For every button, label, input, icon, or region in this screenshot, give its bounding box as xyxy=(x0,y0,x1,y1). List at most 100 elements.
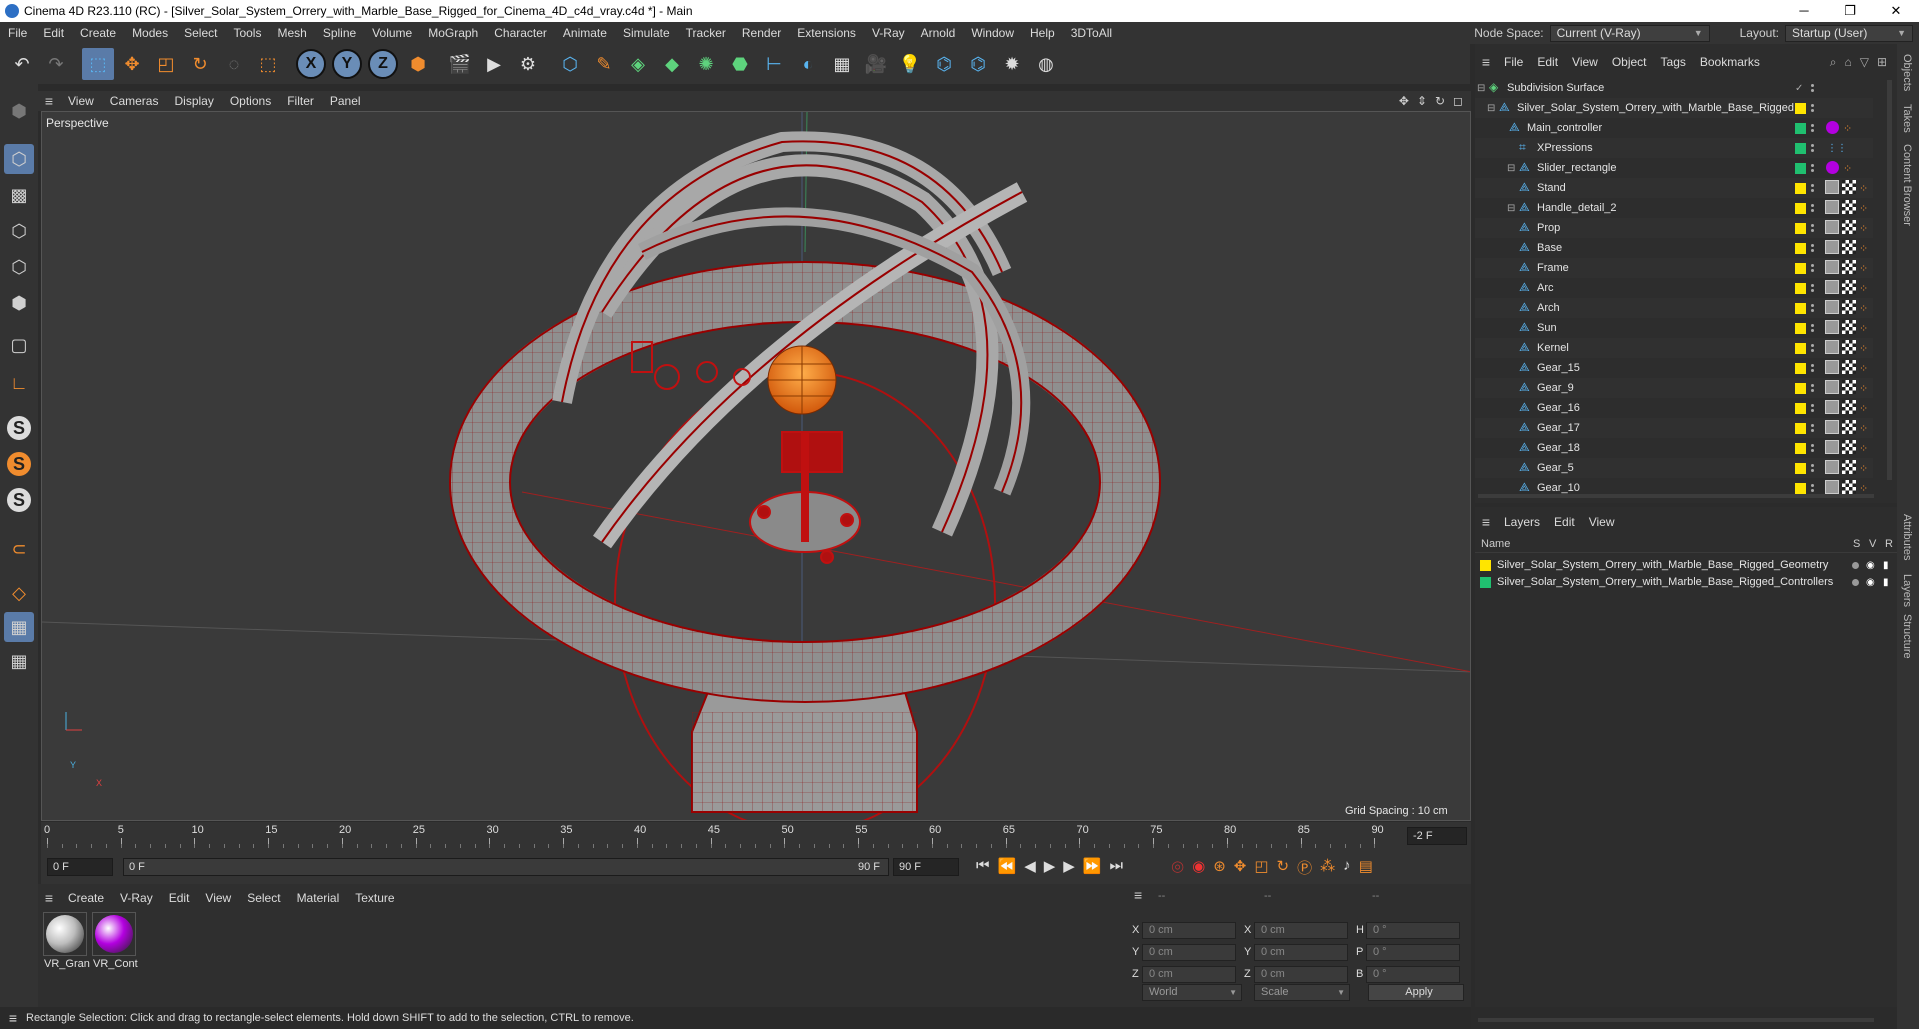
phong-tag-icon[interactable]: ⁘ xyxy=(1859,382,1868,395)
object-vertical-scrollbar[interactable] xyxy=(1887,80,1892,480)
texture-tag-icon[interactable] xyxy=(1825,240,1839,254)
texture-tag-icon[interactable] xyxy=(1825,400,1839,414)
checker-tag-icon[interactable] xyxy=(1842,380,1856,394)
uv-mode-icon[interactable]: ▢ xyxy=(4,330,34,360)
editor-visibility-dot[interactable] xyxy=(1811,164,1814,167)
menu-render[interactable]: Render xyxy=(734,26,789,40)
object-row[interactable]: ⟁ Gear_5 ⁘ xyxy=(1475,458,1873,478)
texture-tag-icon[interactable] xyxy=(1825,440,1839,454)
render-visibility-dot[interactable] xyxy=(1811,409,1814,412)
checker-tag-icon[interactable] xyxy=(1842,180,1856,194)
editor-visibility-dot[interactable] xyxy=(1811,204,1814,207)
vray-globe-icon[interactable]: ◍ xyxy=(1030,48,1062,80)
render-to-picture-viewer-icon[interactable]: ▶ xyxy=(478,48,510,80)
layer-color-tag[interactable] xyxy=(1795,362,1806,374)
layer-color-tag[interactable] xyxy=(1795,402,1806,414)
phong-tag-icon[interactable]: ⁘ xyxy=(1859,482,1868,495)
object-row[interactable]: ⌗ XPressions ⋮⋮ xyxy=(1475,138,1873,158)
texture-tag-icon[interactable] xyxy=(1825,340,1839,354)
texture-tag-icon[interactable] xyxy=(1825,420,1839,434)
editor-visibility-dot[interactable] xyxy=(1811,324,1814,327)
expression-tag-icon[interactable]: ⁘ xyxy=(1843,162,1852,175)
phong-tag-icon[interactable]: ⁘ xyxy=(1859,402,1868,415)
layer-color-tag[interactable] xyxy=(1795,462,1806,474)
object-row[interactable]: ⊟ ⟁ Handle_detail_2 ⁘ xyxy=(1475,198,1873,218)
apply-button[interactable]: Apply xyxy=(1368,984,1464,1001)
menu-simulate[interactable]: Simulate xyxy=(615,26,678,40)
point-mode-icon[interactable]: ⬡ xyxy=(4,216,34,246)
coord-field-b[interactable]: 0 cm xyxy=(1254,966,1348,983)
checker-tag-icon[interactable] xyxy=(1842,280,1856,294)
phong-tag-icon[interactable]: ⁘ xyxy=(1859,322,1868,335)
cube-icon[interactable]: ⬡ xyxy=(554,48,586,80)
layer-color-tag[interactable] xyxy=(1795,182,1806,194)
texture-tag-icon[interactable] xyxy=(1825,220,1839,234)
menu-edit[interactable]: Edit xyxy=(35,26,72,40)
layer-color-tag[interactable] xyxy=(1795,142,1806,154)
phong-tag-icon[interactable]: ⁘ xyxy=(1859,262,1868,275)
camera-icon[interactable]: 🎥 xyxy=(860,48,892,80)
checker-tag-icon[interactable] xyxy=(1842,400,1856,414)
subdivision-icon[interactable]: ◈ xyxy=(622,48,654,80)
layer-color-swatch[interactable] xyxy=(1480,576,1491,588)
scale-icon[interactable]: ◰ xyxy=(150,48,182,80)
maximize-view-icon[interactable]: ◻ xyxy=(1453,94,1463,108)
editor-visibility-dot[interactable] xyxy=(1811,344,1814,347)
texture-tag-icon[interactable] xyxy=(1825,460,1839,474)
preview-range-slider[interactable]: 0 F 90 F xyxy=(123,858,889,876)
scale-key-icon[interactable]: ◰ xyxy=(1254,857,1268,878)
layer-color-tag[interactable] xyxy=(1795,422,1806,434)
object-row[interactable]: ⟁ Prop ⁘ xyxy=(1475,218,1873,238)
menu-animate[interactable]: Animate xyxy=(555,26,615,40)
menu-character[interactable]: Character xyxy=(486,26,555,40)
render-visibility-dot[interactable] xyxy=(1811,129,1814,132)
parameter-key-icon[interactable]: Ⓟ xyxy=(1297,857,1312,878)
autokey-icon[interactable]: ◉ xyxy=(1192,857,1205,878)
layer-color-tag[interactable] xyxy=(1795,262,1806,274)
coord-mode-dropdown[interactable]: Scale ▼ xyxy=(1254,984,1350,1001)
python-icon[interactable]: ⌬ xyxy=(928,48,960,80)
layer-color-tag[interactable] xyxy=(1795,442,1806,454)
move-icon[interactable]: ✥ xyxy=(116,48,148,80)
editor-visibility-dot[interactable] xyxy=(1811,464,1814,467)
menu-help[interactable]: Help xyxy=(1022,26,1063,40)
object-row[interactable]: ⟁ Arch ⁘ xyxy=(1475,298,1873,318)
editor-visibility-dot[interactable] xyxy=(1811,84,1814,87)
layer-color-tag[interactable] xyxy=(1795,322,1806,334)
timeline-window-icon[interactable]: ▤ xyxy=(1359,857,1373,878)
checker-tag-icon[interactable] xyxy=(1842,260,1856,274)
vray-settings-icon[interactable]: ✹ xyxy=(996,48,1028,80)
hamburger-icon[interactable]: ≡ xyxy=(1475,54,1497,70)
texture-tag-icon[interactable] xyxy=(1825,260,1839,274)
side-tab-objects[interactable]: Objects xyxy=(1901,54,1913,91)
layer-color-tag[interactable] xyxy=(1795,482,1806,494)
layer-color-tag[interactable] xyxy=(1795,102,1806,114)
layer-row[interactable]: Silver_Solar_System_Orrery_with_Marble_B… xyxy=(1480,574,1892,590)
menu-create[interactable]: Create xyxy=(72,26,124,40)
render-visibility-dot[interactable] xyxy=(1811,489,1814,492)
checker-tag-icon[interactable] xyxy=(1842,480,1856,494)
phong-tag-icon[interactable]: ⁘ xyxy=(1859,362,1868,375)
render-settings-icon[interactable]: ⚙ xyxy=(512,48,544,80)
recent-tool-icon[interactable]: ◌ xyxy=(218,48,250,80)
render-visibility-dot[interactable] xyxy=(1811,329,1814,332)
extrude-icon[interactable]: ◆ xyxy=(656,48,688,80)
coord-field-c[interactable]: 0 ° xyxy=(1366,922,1460,939)
object-row[interactable]: ⟁ Base ⁘ xyxy=(1475,238,1873,258)
texture-tag-icon[interactable] xyxy=(1825,360,1839,374)
layer-color-tag[interactable] xyxy=(1795,242,1806,254)
dolly-view-icon[interactable]: ⇕ xyxy=(1417,94,1427,108)
coord-field-b[interactable]: 0 cm xyxy=(1254,944,1348,961)
checker-tag-icon[interactable] xyxy=(1842,420,1856,434)
menu-extensions[interactable]: Extensions xyxy=(789,26,864,40)
object-row[interactable]: ⊟ ◈ Subdivision Surface ✓ xyxy=(1475,78,1873,98)
rotate-icon[interactable]: ↻ xyxy=(184,48,216,80)
workplane-icon[interactable]: ◇ xyxy=(4,578,34,608)
menu-file[interactable]: File xyxy=(0,26,35,40)
grid-snap-icon[interactable]: ▦ xyxy=(4,612,34,642)
layer-visible-eye-icon[interactable]: ◉ xyxy=(1866,560,1875,571)
phong-tag-icon[interactable]: ⁘ xyxy=(1859,202,1868,215)
checker-tag-icon[interactable] xyxy=(1842,460,1856,474)
maximize-button[interactable]: ❐ xyxy=(1827,3,1873,19)
python-generator-icon[interactable]: ⌬ xyxy=(962,48,994,80)
